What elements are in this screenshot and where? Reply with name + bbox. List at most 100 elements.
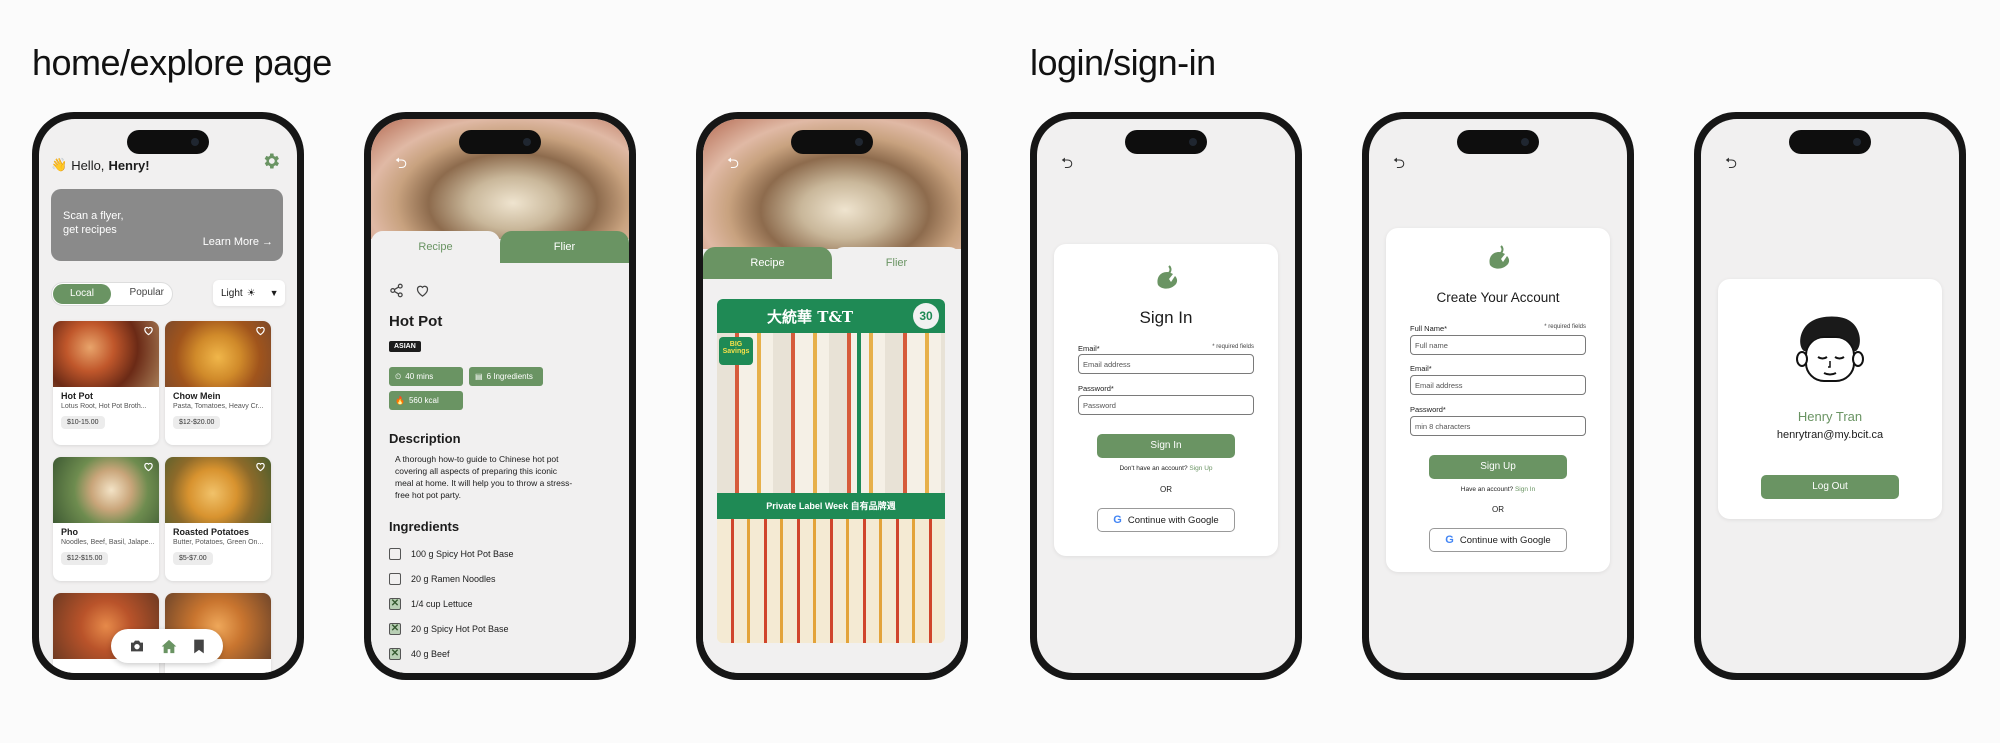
email-field[interactable]: Email address bbox=[1078, 354, 1254, 374]
google-icon: G bbox=[1113, 514, 1122, 526]
card-title: Roasted Potatoes bbox=[173, 527, 250, 537]
ingredients-chip: ▤ 6 Ingredients bbox=[469, 367, 543, 386]
tab-recipe[interactable]: Recipe bbox=[703, 247, 832, 279]
ingredient-name: 1/4 cup Lettuce bbox=[411, 599, 473, 609]
ingredients-count: 6 Ingredients bbox=[486, 372, 533, 381]
card-price: $5-$7.00 bbox=[173, 552, 213, 565]
share-icon[interactable] bbox=[389, 283, 404, 298]
recipe-card[interactable]: Roasted Potatoes Butter, Potatoes, Green… bbox=[165, 457, 271, 581]
flier-divider bbox=[857, 333, 861, 493]
ingredient-row[interactable]: ✕ 40 g Beef bbox=[389, 648, 450, 660]
sun-icon: ☀ bbox=[246, 287, 256, 299]
heart-icon[interactable] bbox=[255, 325, 266, 336]
ingredient-checkbox[interactable] bbox=[389, 548, 401, 560]
ingredient-row[interactable]: ✕ 1/4 cup Lettuce bbox=[389, 598, 473, 610]
ingredient-row[interactable]: ✕ 20 g Spicy Hot Pot Base bbox=[389, 623, 509, 635]
theme-label: Light bbox=[221, 287, 243, 299]
password-label: Password* bbox=[1078, 384, 1114, 393]
profile-screen: ⮌ Henry Tran henrytran@my.bcit.ca Log Ou… bbox=[1701, 119, 1959, 673]
ingredients-heading: Ingredients bbox=[389, 519, 460, 534]
theme-dropdown[interactable]: Light ☀ ▼ bbox=[213, 280, 285, 306]
tab-flier[interactable]: Flier bbox=[832, 247, 961, 279]
home-screen: 👋 Hello, Henry! Scan a flyer, get recipe… bbox=[39, 119, 297, 673]
tab-flier[interactable]: Flier bbox=[500, 231, 629, 263]
ingredient-row[interactable]: 20 g Ramen Noodles bbox=[389, 573, 496, 585]
flier-tabs: Recipe Flier bbox=[703, 247, 961, 279]
leaf-logo-icon bbox=[1483, 244, 1515, 276]
heart-icon[interactable] bbox=[143, 325, 154, 336]
password-field[interactable]: min 8 characters bbox=[1410, 416, 1586, 436]
flier-screen: ⮌ Recipe Flier 大統華 T&T 30 BIG Savings Pr… bbox=[703, 119, 961, 673]
back-icon[interactable]: ⮌ bbox=[1061, 153, 1073, 178]
tnt-flier-image[interactable]: 大統華 T&T 30 BIG Savings Private Label Wee… bbox=[717, 299, 945, 643]
ingredient-name: 40 g Beef bbox=[411, 649, 450, 659]
private-label-banner: Private Label Week 自有品牌週 bbox=[717, 493, 945, 519]
calories-chip: 🔥 560 kcal bbox=[389, 391, 463, 410]
dynamic-island bbox=[127, 130, 209, 154]
back-icon[interactable]: ⮌ bbox=[1393, 153, 1405, 178]
dynamic-island bbox=[1125, 130, 1207, 154]
card-price: $10-15.00 bbox=[61, 416, 105, 429]
recipe-tabs: Recipe Flier bbox=[371, 231, 629, 263]
back-icon[interactable]: ⮌ bbox=[727, 153, 739, 178]
camera-icon[interactable] bbox=[129, 639, 145, 653]
scan-flyer-banner[interactable]: Scan a flyer, get recipes Learn More → bbox=[51, 189, 283, 261]
home-icon[interactable] bbox=[161, 639, 177, 654]
heart-icon[interactable] bbox=[415, 283, 430, 298]
profile-name: Henry Tran bbox=[1797, 409, 1863, 424]
signup-card: Create Your Account Full Name* * require… bbox=[1386, 228, 1610, 572]
full-name-field[interactable]: Full name bbox=[1410, 335, 1586, 355]
required-note: * required fields bbox=[1544, 324, 1586, 330]
card-desc: Pasta, Tomatoes, Heavy Cr... bbox=[173, 403, 264, 410]
signup-prompt: Don't have an account? Sign Up bbox=[1054, 465, 1278, 472]
back-icon[interactable]: ⮌ bbox=[1725, 153, 1737, 178]
card-desc: Lotus Root, Hot Pot Broth... bbox=[61, 403, 147, 410]
recipe-card[interactable]: Hot Pot Lotus Root, Hot Pot Broth... $10… bbox=[53, 321, 159, 445]
signin-prompt-text: Have an account? bbox=[1460, 486, 1515, 493]
heart-icon[interactable] bbox=[143, 461, 154, 472]
time-chip: ⏲ 40 mins bbox=[389, 367, 463, 386]
tab-popular[interactable]: Popular bbox=[130, 287, 164, 298]
tab-local[interactable]: Local bbox=[53, 284, 111, 304]
email-label: Email* bbox=[1410, 364, 1432, 373]
learn-more-link[interactable]: Learn More → bbox=[203, 235, 273, 249]
phone-signin: ⮌ Sign In Email* * required fields Email… bbox=[1030, 112, 1302, 680]
signup-link[interactable]: Sign Up bbox=[1189, 465, 1212, 472]
ingredient-checkbox-checked[interactable]: ✕ bbox=[389, 648, 401, 660]
phone-profile: ⮌ Henry Tran henrytran@my.bcit.ca Log Ou… bbox=[1694, 112, 1966, 680]
signin-title: Sign In bbox=[1139, 308, 1193, 327]
signin-button[interactable]: Sign In bbox=[1097, 434, 1235, 458]
flier-products-bottom bbox=[717, 519, 945, 643]
flame-icon: 🔥 bbox=[395, 396, 405, 405]
card-desc: Butter, Potatoes, Green On... bbox=[173, 539, 264, 546]
recipe-card[interactable]: Pho Noodles, Beef, Basil, Jalape... $12-… bbox=[53, 457, 159, 581]
bottom-nav bbox=[111, 629, 223, 663]
password-field[interactable]: Password bbox=[1078, 395, 1254, 415]
bookmark-icon[interactable] bbox=[193, 639, 205, 654]
tab-recipe[interactable]: Recipe bbox=[371, 231, 500, 263]
email-field[interactable]: Email address bbox=[1410, 375, 1586, 395]
recipe-card[interactable]: Chow Mein Pasta, Tomatoes, Heavy Cr... $… bbox=[165, 321, 271, 445]
signup-title: Create Your Account bbox=[1436, 290, 1560, 305]
signup-prompt-text: Don't have an account? bbox=[1119, 465, 1190, 472]
signin-link[interactable]: Sign In bbox=[1515, 486, 1535, 493]
recipe-content: Hot Pot ASIAN ⏲ 40 mins ▤ 6 Ingredients 🔥 5… bbox=[371, 263, 629, 673]
signin-card: Sign In Email* * required fields Email a… bbox=[1054, 244, 1278, 556]
signin-prompt: Have an account? Sign In bbox=[1386, 486, 1610, 493]
ingredient-checkbox[interactable] bbox=[389, 573, 401, 585]
gear-icon[interactable] bbox=[261, 151, 281, 171]
ingredient-name: 20 g Spicy Hot Pot Base bbox=[411, 624, 509, 634]
google-signin-button[interactable]: G Continue with Google bbox=[1097, 508, 1235, 532]
ingredient-checkbox-checked[interactable]: ✕ bbox=[389, 598, 401, 610]
ingredient-row[interactable]: 100 g Spicy Hot Pot Base bbox=[389, 548, 514, 560]
google-signup-button[interactable]: G Continue with Google bbox=[1429, 528, 1567, 552]
ingredient-checkbox-checked[interactable]: ✕ bbox=[389, 623, 401, 635]
google-icon: G bbox=[1445, 534, 1454, 546]
heart-icon[interactable] bbox=[255, 461, 266, 472]
greeting-name: Henry! bbox=[108, 157, 150, 173]
signup-button[interactable]: Sign Up bbox=[1429, 455, 1567, 479]
recipe-screen: ⮌ Recipe Flier Hot Pot ASIAN ⏲ 40 mins ▤ 6… bbox=[371, 119, 629, 673]
profile-card: Henry Tran henrytran@my.bcit.ca Log Out bbox=[1718, 279, 1942, 519]
logout-button[interactable]: Log Out bbox=[1761, 475, 1899, 499]
back-icon[interactable]: ⮌ bbox=[395, 153, 407, 178]
